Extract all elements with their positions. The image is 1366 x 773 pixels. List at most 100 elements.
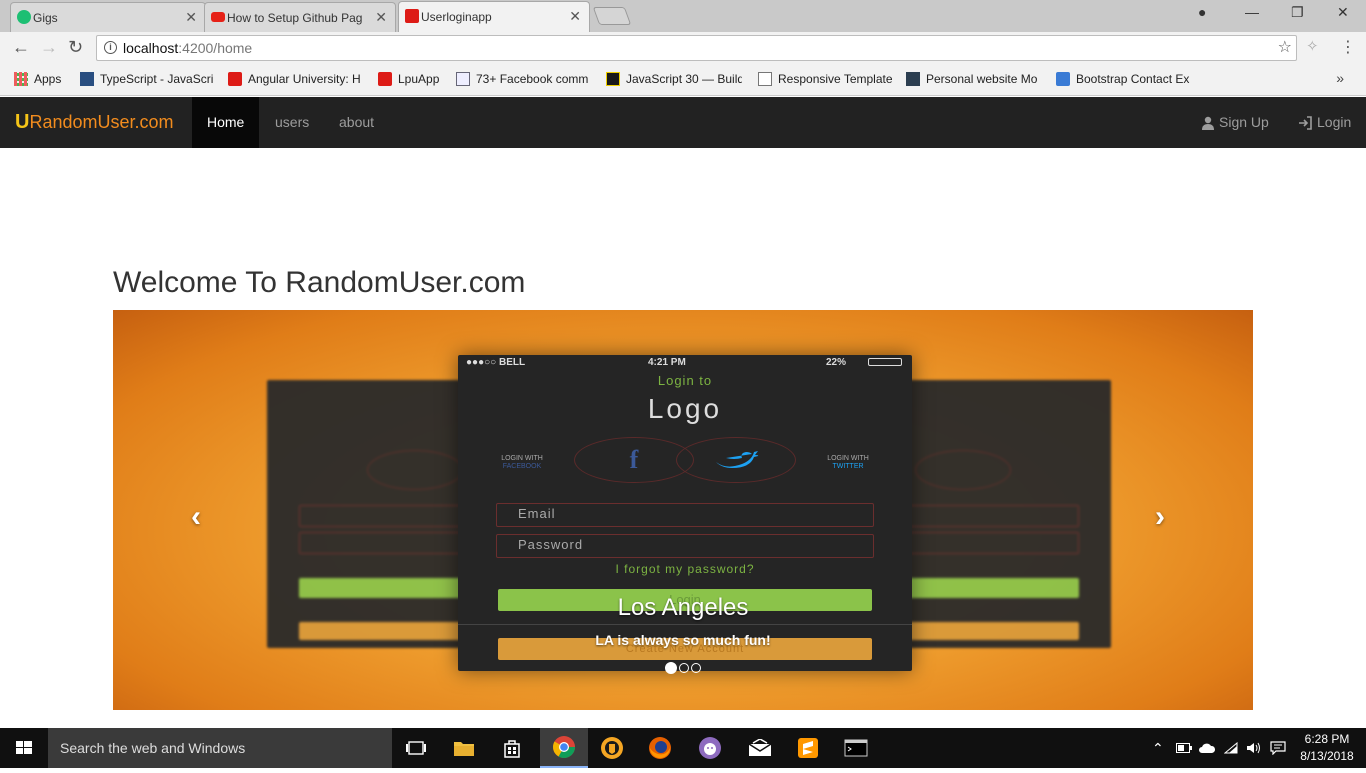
window-close-icon[interactable]: ✕: [1337, 4, 1349, 21]
url-host: localhost: [123, 40, 179, 56]
carousel-caption-text: LA is always so much fun!: [595, 632, 771, 648]
nav-users[interactable]: users: [260, 97, 324, 148]
bookmark-lpuapp[interactable]: LpuApp: [378, 72, 439, 86]
wifi-icon[interactable]: [1224, 728, 1238, 768]
login-with-facebook-label: LOGIN WITH FACEBOOK: [501, 455, 543, 470]
carousel-indicator-2[interactable]: [679, 663, 689, 673]
browser-toolbar: ← → ↻ i localhost:4200/home ☆ ✧ ⋮: [0, 32, 1366, 64]
close-icon[interactable]: ✕: [569, 8, 581, 25]
task-view-icon[interactable]: [392, 728, 440, 768]
bookmark-facebook-comm[interactable]: 73+ Facebook comm: [456, 72, 590, 86]
bookmark-apps[interactable]: Apps: [14, 72, 61, 86]
info-icon[interactable]: i: [104, 41, 117, 54]
angular-icon: [378, 72, 392, 86]
twitter-circle-icon: [915, 450, 1011, 490]
maximize-icon[interactable]: ❐: [1291, 4, 1304, 21]
show-hidden-icons-chevron-icon[interactable]: ⌃: [1152, 728, 1164, 768]
menu-kebab-icon[interactable]: ⋮: [1340, 37, 1356, 57]
clock-date: 8/13/2018: [1300, 749, 1354, 763]
clock-time: 6:28 PM: [1304, 732, 1350, 746]
address-bar[interactable]: i localhost:4200/home ☆: [96, 35, 1297, 61]
w3schools-icon: [906, 72, 920, 86]
command-prompt-icon[interactable]: [832, 728, 880, 768]
extension-icon[interactable]: ✧: [1306, 37, 1319, 55]
carousel-indicator-3[interactable]: [691, 663, 701, 673]
tab-title: Gigs: [33, 10, 58, 25]
action-center-icon[interactable]: [1270, 728, 1286, 768]
login-icon: [1299, 115, 1312, 130]
browser-tab-github-pages[interactable]: How to Setup Github Pag ✕: [204, 2, 396, 32]
bookmarks-bar: Apps TypeScript - JavaScrip Angular Univ…: [0, 64, 1366, 96]
carrier-text: ●●●○○ BELL: [466, 357, 526, 368]
facebook-f-icon: f: [629, 445, 639, 474]
app-navbar: U RandomUser.com Home users about Sign Up…: [0, 97, 1366, 148]
brand-logo[interactable]: U RandomUser.com: [15, 111, 174, 134]
page-title: Welcome To RandomUser.com: [113, 266, 526, 299]
user-icon: [1202, 116, 1214, 130]
twitter-bird-icon: [716, 451, 759, 468]
nav-about[interactable]: about: [324, 97, 389, 148]
angular-icon: [405, 9, 419, 23]
tab-title: Userloginapp: [421, 10, 492, 24]
login-to-text: Login to: [657, 373, 713, 388]
github-desktop-icon[interactable]: [686, 728, 734, 768]
fiverr-icon: [17, 10, 31, 24]
close-icon[interactable]: ✕: [185, 9, 197, 26]
login-with-twitter-label: LOGIN WITH TWITTER: [827, 455, 869, 470]
windows-taskbar: Search the web and Windows ⌃ 6:28 PM 8/1…: [0, 728, 1366, 768]
back-arrow-icon[interactable]: ←: [12, 37, 30, 58]
taskbar-clock[interactable]: 6:28 PM 8/13/2018: [1296, 731, 1358, 765]
phone-divider: [458, 624, 912, 625]
battery-text: 22%: [826, 357, 847, 368]
carousel: ●●●○○ BELL 4:21 PM 22% Login to Logo LOG…: [113, 310, 1253, 710]
nav-home[interactable]: Home: [192, 97, 260, 148]
phone-mockup-main: ●●●○○ BELL 4:21 PM 22% Login to Logo LOG…: [458, 355, 912, 671]
bookmark-angular-university[interactable]: Angular University: H: [228, 72, 363, 86]
volume-icon[interactable]: [1246, 728, 1262, 768]
mail-icon[interactable]: [736, 728, 784, 768]
onedrive-cloud-icon[interactable]: [1198, 728, 1216, 768]
battery-tray-icon[interactable]: [1176, 728, 1192, 768]
facebook-circle-icon: [367, 450, 463, 490]
document-icon: [456, 72, 470, 86]
carousel-next-chevron-icon[interactable]: ›: [1155, 500, 1165, 534]
bookmark-personal-website[interactable]: Personal website Mo: [906, 72, 1042, 86]
brand-text: RandomUser.com: [29, 112, 174, 132]
bookmark-responsive-template[interactable]: Responsive Template: [758, 72, 892, 86]
browser-tab-userloginapp[interactable]: Userloginapp ✕: [398, 1, 590, 32]
new-tab-button[interactable]: [592, 7, 632, 25]
sublime-text-icon[interactable]: [784, 728, 832, 768]
close-icon[interactable]: ✕: [375, 9, 387, 26]
bookmark-star-icon[interactable]: ☆: [1278, 36, 1292, 60]
minimize-icon[interactable]: —: [1245, 4, 1259, 20]
bookmark-javascript30[interactable]: JavaScript 30 — Build: [606, 72, 742, 86]
apps-grid-icon: [14, 72, 28, 86]
logo-text: Logo: [647, 393, 723, 424]
profile-icon[interactable]: ●: [1198, 4, 1206, 20]
signup-link[interactable]: Sign Up: [1201, 97, 1269, 148]
youtube-icon: [211, 12, 225, 22]
taskbar-search-input[interactable]: Search the web and Windows: [48, 728, 392, 768]
brand-letter: U: [15, 111, 30, 133]
firefox-icon[interactable]: [636, 728, 684, 768]
brave-icon[interactable]: [588, 728, 636, 768]
bookmark-bootstrap-contact[interactable]: Bootstrap Contact Ex: [1056, 72, 1192, 86]
windows-start-button[interactable]: [0, 728, 48, 768]
phone-time: 4:21 PM: [648, 357, 686, 368]
bookmark-typescript[interactable]: TypeScript - JavaScrip: [80, 72, 214, 86]
windows-logo-icon: [16, 741, 32, 754]
typescript-icon: [80, 72, 94, 86]
file-explorer-icon[interactable]: [440, 728, 488, 768]
tab-title: How to Setup Github Pag: [227, 10, 362, 25]
store-icon[interactable]: [488, 728, 536, 768]
forward-arrow-icon[interactable]: →: [40, 37, 58, 58]
carousel-prev-chevron-icon[interactable]: ‹: [191, 500, 201, 534]
browser-tab-gigs[interactable]: Gigs ✕: [10, 2, 206, 32]
chrome-icon[interactable]: [540, 728, 588, 768]
bookmarks-overflow-icon[interactable]: »: [1336, 70, 1344, 86]
reload-icon[interactable]: ↻: [68, 37, 83, 58]
login-link[interactable]: Login: [1298, 97, 1351, 148]
bootstrap-icon: [1056, 72, 1070, 86]
phone-status-bar: ●●●○○ BELL 4:21 PM 22%: [458, 355, 912, 369]
carousel-indicator-1[interactable]: [665, 662, 677, 674]
